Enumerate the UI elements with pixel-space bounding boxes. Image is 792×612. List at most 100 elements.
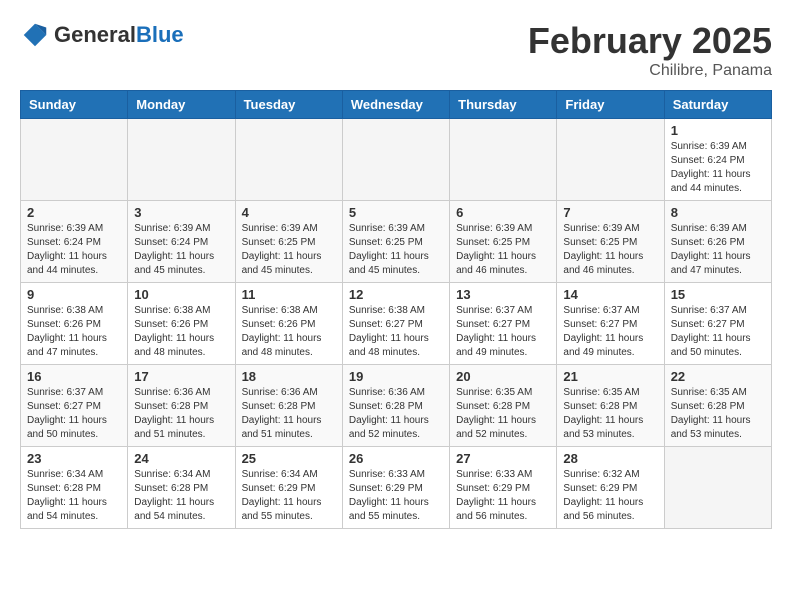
day-header-friday: Friday (557, 91, 664, 119)
day-header-tuesday: Tuesday (235, 91, 342, 119)
logo-icon (20, 20, 50, 50)
calendar-day-cell: 24 Sunrise: 6:34 AM Sunset: 6:28 PM Dayli… (128, 447, 235, 529)
calendar-week-row: 23 Sunrise: 6:34 AM Sunset: 6:28 PM Dayli… (21, 447, 772, 529)
calendar-day-cell: 28 Sunrise: 6:32 AM Sunset: 6:29 PM Dayli… (557, 447, 664, 529)
calendar-day-cell: 5 Sunrise: 6:39 AM Sunset: 6:25 PM Daylig… (342, 201, 449, 283)
subtitle: Chilibre, Panama (528, 62, 772, 80)
calendar-day-cell: 18 Sunrise: 6:36 AM Sunset: 6:28 PM Dayli… (235, 365, 342, 447)
day-header-thursday: Thursday (450, 91, 557, 119)
day-info: Sunrise: 6:36 AM Sunset: 6:28 PM Dayligh… (242, 386, 336, 442)
day-info: Sunrise: 6:33 AM Sunset: 6:29 PM Dayligh… (456, 468, 550, 524)
day-number: 2 (27, 205, 121, 220)
day-number: 15 (671, 287, 765, 302)
day-header-saturday: Saturday (664, 91, 771, 119)
day-number: 8 (671, 205, 765, 220)
day-number: 7 (563, 205, 657, 220)
calendar-day-cell: 3Sunrise: 6:39 AM Sunset: 6:24 PM Daylig… (128, 201, 235, 283)
day-number: 28 (563, 451, 657, 466)
day-number: 27 (456, 451, 550, 466)
day-number: 24 (134, 451, 228, 466)
logo-general: General (54, 22, 136, 47)
day-info: Sunrise: 6:35 AM Sunset: 6:28 PM Dayligh… (671, 386, 765, 442)
month-title: February 2025 (528, 20, 772, 62)
day-header-monday: Monday (128, 91, 235, 119)
day-info: Sunrise: 6:36 AM Sunset: 6:28 PM Dayligh… (349, 386, 443, 442)
day-number: 18 (242, 369, 336, 384)
day-info: Sunrise: 6:37 AM Sunset: 6:27 PM Dayligh… (671, 304, 765, 360)
day-number: 20 (456, 369, 550, 384)
calendar-day-cell (664, 447, 771, 529)
calendar-day-cell: 12 Sunrise: 6:38 AM Sunset: 6:27 PM Dayli… (342, 283, 449, 365)
day-number: 4 (242, 205, 336, 220)
calendar-day-cell (235, 119, 342, 201)
calendar-day-cell: 11 Sunrise: 6:38 AM Sunset: 6:26 PM Dayli… (235, 283, 342, 365)
day-info: Sunrise: 6:38 AM Sunset: 6:26 PM Dayligh… (134, 304, 228, 360)
day-number: 19 (349, 369, 443, 384)
calendar-day-cell (21, 119, 128, 201)
calendar-day-cell (128, 119, 235, 201)
calendar-day-cell: 6 Sunrise: 6:39 AM Sunset: 6:25 PM Daylig… (450, 201, 557, 283)
calendar-header-row: SundayMondayTuesdayWednesdayThursdayFrid… (21, 91, 772, 119)
day-info: Sunrise: 6:37 AM Sunset: 6:27 PM Dayligh… (563, 304, 657, 360)
day-info: Sunrise: 6:38 AM Sunset: 6:26 PM Dayligh… (27, 304, 121, 360)
calendar-day-cell: 17 Sunrise: 6:36 AM Sunset: 6:28 PM Dayli… (128, 365, 235, 447)
calendar-day-cell: 23Sunrise: 6:34 AM Sunset: 6:28 PM Dayli… (21, 447, 128, 529)
day-number: 26 (349, 451, 443, 466)
day-number: 3 (134, 205, 228, 220)
calendar-day-cell: 2 Sunrise: 6:39 AM Sunset: 6:24 PM Daylig… (21, 201, 128, 283)
day-number: 9 (27, 287, 121, 302)
day-info: Sunrise: 6:32 AM Sunset: 6:29 PM Dayligh… (563, 468, 657, 524)
calendar-day-cell: 19 Sunrise: 6:36 AM Sunset: 6:28 PM Dayli… (342, 365, 449, 447)
day-number: 11 (242, 287, 336, 302)
title-section: February 2025 Chilibre, Panama (528, 20, 772, 80)
day-number: 12 (349, 287, 443, 302)
calendar-day-cell: 13Sunrise: 6:37 AM Sunset: 6:27 PM Dayli… (450, 283, 557, 365)
day-info: Sunrise: 6:36 AM Sunset: 6:28 PM Dayligh… (134, 386, 228, 442)
calendar-day-cell (342, 119, 449, 201)
calendar-day-cell: 27 Sunrise: 6:33 AM Sunset: 6:29 PM Dayli… (450, 447, 557, 529)
calendar-day-cell (557, 119, 664, 201)
calendar-day-cell: 26 Sunrise: 6:33 AM Sunset: 6:29 PM Dayli… (342, 447, 449, 529)
logo: GeneralBlue (20, 20, 184, 50)
day-number: 14 (563, 287, 657, 302)
calendar-day-cell: 14 Sunrise: 6:37 AM Sunset: 6:27 PM Dayli… (557, 283, 664, 365)
day-info: Sunrise: 6:35 AM Sunset: 6:28 PM Dayligh… (456, 386, 550, 442)
header: GeneralBlue February 2025 Chilibre, Pana… (20, 20, 772, 80)
day-header-sunday: Sunday (21, 91, 128, 119)
calendar-day-cell (450, 119, 557, 201)
day-info: Sunrise: 6:39 AM Sunset: 6:24 PM Dayligh… (27, 222, 121, 278)
day-info: Sunrise: 6:39 AM Sunset: 6:25 PM Dayligh… (349, 222, 443, 278)
calendar-week-row: 9 Sunrise: 6:38 AM Sunset: 6:26 PM Daylig… (21, 283, 772, 365)
calendar-table: SundayMondayTuesdayWednesdayThursdayFrid… (20, 90, 772, 529)
day-number: 10 (134, 287, 228, 302)
day-info: Sunrise: 6:39 AM Sunset: 6:25 PM Dayligh… (456, 222, 550, 278)
day-number: 1 (671, 123, 765, 138)
day-info: Sunrise: 6:33 AM Sunset: 6:29 PM Dayligh… (349, 468, 443, 524)
logo-blue: Blue (136, 22, 184, 47)
calendar-day-cell: 9 Sunrise: 6:38 AM Sunset: 6:26 PM Daylig… (21, 283, 128, 365)
day-number: 16 (27, 369, 121, 384)
day-info: Sunrise: 6:38 AM Sunset: 6:27 PM Dayligh… (349, 304, 443, 360)
day-number: 23 (27, 451, 121, 466)
day-number: 17 (134, 369, 228, 384)
day-number: 6 (456, 205, 550, 220)
calendar-day-cell: 16 Sunrise: 6:37 AM Sunset: 6:27 PM Dayli… (21, 365, 128, 447)
calendar-day-cell: 4 Sunrise: 6:39 AM Sunset: 6:25 PM Daylig… (235, 201, 342, 283)
calendar-day-cell: 7Sunrise: 6:39 AM Sunset: 6:25 PM Daylig… (557, 201, 664, 283)
calendar-day-cell: 25Sunrise: 6:34 AM Sunset: 6:29 PM Dayli… (235, 447, 342, 529)
calendar-day-cell: 15 Sunrise: 6:37 AM Sunset: 6:27 PM Dayli… (664, 283, 771, 365)
day-info: Sunrise: 6:38 AM Sunset: 6:26 PM Dayligh… (242, 304, 336, 360)
calendar-day-cell: 10 Sunrise: 6:38 AM Sunset: 6:26 PM Dayli… (128, 283, 235, 365)
calendar-day-cell: 22 Sunrise: 6:35 AM Sunset: 6:28 PM Dayli… (664, 365, 771, 447)
calendar-week-row: 2 Sunrise: 6:39 AM Sunset: 6:24 PM Daylig… (21, 201, 772, 283)
day-info: Sunrise: 6:34 AM Sunset: 6:29 PM Dayligh… (242, 468, 336, 524)
day-info: Sunrise: 6:37 AM Sunset: 6:27 PM Dayligh… (27, 386, 121, 442)
day-info: Sunrise: 6:39 AM Sunset: 6:24 PM Dayligh… (671, 140, 765, 196)
day-number: 5 (349, 205, 443, 220)
day-info: Sunrise: 6:39 AM Sunset: 6:25 PM Dayligh… (242, 222, 336, 278)
day-info: Sunrise: 6:37 AM Sunset: 6:27 PM Dayligh… (456, 304, 550, 360)
day-info: Sunrise: 6:34 AM Sunset: 6:28 PM Dayligh… (134, 468, 228, 524)
day-info: Sunrise: 6:35 AM Sunset: 6:28 PM Dayligh… (563, 386, 657, 442)
calendar-week-row: 16 Sunrise: 6:37 AM Sunset: 6:27 PM Dayli… (21, 365, 772, 447)
day-number: 22 (671, 369, 765, 384)
